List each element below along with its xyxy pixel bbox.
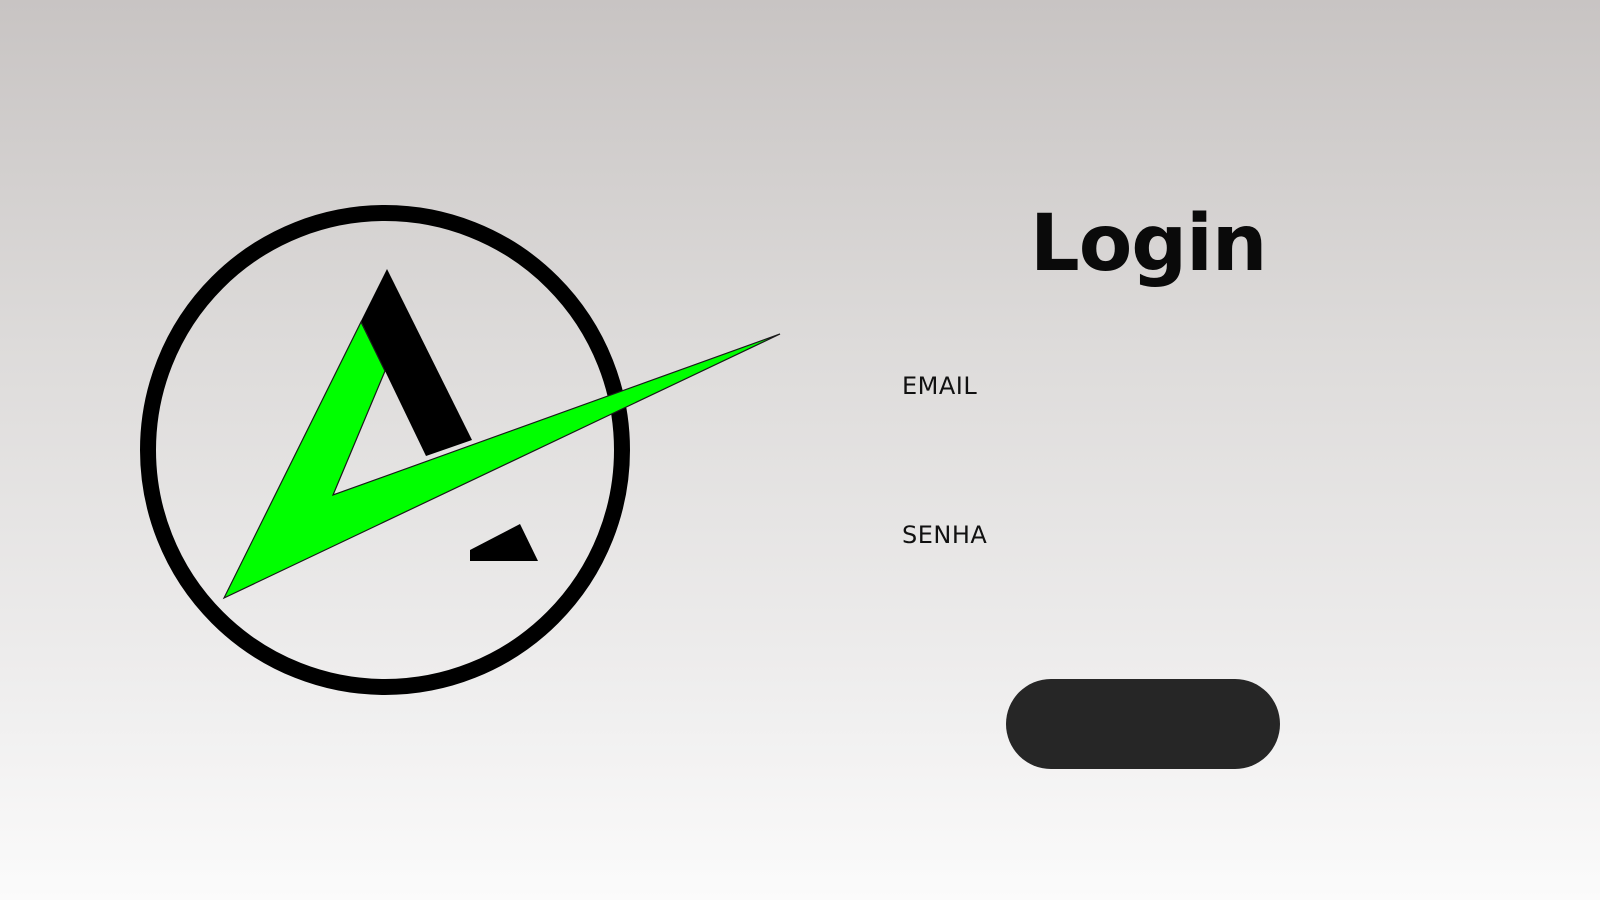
email-label: EMAIL (902, 372, 978, 400)
login-button[interactable] (1006, 679, 1280, 769)
page-title: Login (1030, 199, 1267, 289)
email-input[interactable] (902, 410, 1402, 450)
password-input[interactable] (902, 559, 1402, 599)
login-form: Login EMAIL SENHA (840, 0, 1440, 900)
brand-logo (130, 195, 810, 695)
password-label: SENHA (902, 521, 988, 549)
logo-a-foot (470, 524, 538, 561)
